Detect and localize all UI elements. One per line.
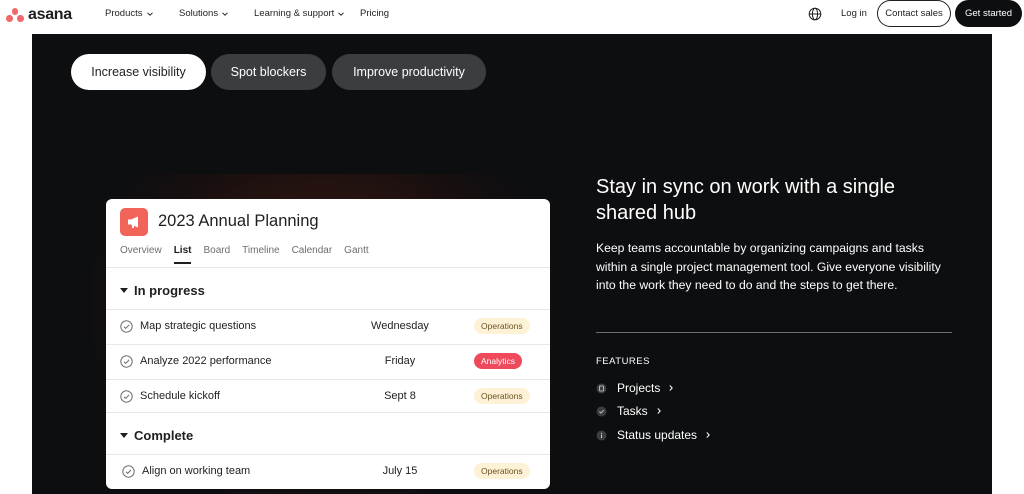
section-in-progress[interactable]: In progress: [120, 283, 205, 298]
megaphone-icon: [128, 216, 138, 228]
caret-down-icon: [120, 288, 128, 293]
feature-link-status-updates[interactable]: Status updates: [596, 428, 712, 442]
tab-timeline[interactable]: Timeline: [242, 245, 279, 256]
clipboard-icon: [596, 383, 607, 393]
contact-sales-button[interactable]: Contact sales: [877, 0, 951, 27]
asana-logo-icon: [6, 8, 24, 22]
feature-link-projects[interactable]: Projects: [596, 381, 675, 395]
content-divider: [596, 332, 952, 333]
nav-products[interactable]: Products: [105, 8, 154, 19]
chevron-right-icon: [706, 432, 710, 438]
chevron-right-icon: [657, 408, 661, 414]
chevron-down-icon: [338, 11, 345, 16]
feature-label: Projects: [617, 381, 661, 395]
brand-name: asana: [28, 6, 72, 23]
tabs-divider: [106, 267, 550, 268]
task-row[interactable]: Analyze 2022 performance Friday Analytic…: [106, 344, 550, 378]
section-complete[interactable]: Complete: [120, 428, 193, 443]
caret-down-icon: [120, 433, 128, 438]
nav-learning-label: Learning & support: [254, 8, 335, 19]
section-label: Complete: [134, 428, 194, 443]
task-name: Schedule kickoff: [140, 390, 220, 402]
nav-pricing[interactable]: Pricing: [360, 8, 389, 19]
section-label: In progress: [134, 283, 205, 298]
task-row[interactable]: Align on working team July 15 Operations: [106, 454, 550, 488]
project-title: 2023 Annual Planning: [158, 212, 319, 230]
features-heading: FEATURES: [596, 356, 650, 367]
pill-increase-visibility[interactable]: Increase visibility: [71, 54, 206, 90]
chevron-down-icon: [222, 11, 228, 16]
nav-solutions-label: Solutions: [179, 8, 219, 19]
nav-pricing-label: Pricing: [360, 8, 390, 19]
tab-overview[interactable]: Overview: [120, 245, 162, 256]
check-circle-icon[interactable]: [120, 320, 133, 333]
check-circle-icon[interactable]: [120, 390, 133, 403]
check-circle-icon[interactable]: [122, 465, 135, 478]
project-card: 2023 Annual Planning Overview List Board…: [106, 199, 550, 489]
get-started-button[interactable]: Get started: [955, 0, 1022, 27]
tab-list[interactable]: List: [173, 245, 191, 264]
chevron-down-icon: [146, 11, 153, 16]
task-name: Map strategic questions: [140, 320, 257, 332]
check-circle-icon: [596, 406, 607, 416]
feature-section: Increase visibility Spot blockers Improv…: [32, 34, 992, 494]
login-link[interactable]: Log in: [841, 8, 867, 19]
tag-operations: Operations: [474, 388, 530, 404]
task-due-date: Friday: [384, 355, 416, 367]
pill-improve-productivity[interactable]: Improve productivity: [332, 54, 486, 90]
globe-icon[interactable]: [808, 7, 822, 21]
task-due-date: July 15: [382, 465, 418, 477]
chevron-right-icon: [669, 385, 674, 391]
tag-analytics: Analytics: [474, 353, 523, 369]
asana-logo[interactable]: asana: [6, 6, 72, 24]
login-label: Log in: [841, 8, 867, 19]
task-name: Analyze 2022 performance: [140, 355, 272, 367]
tab-calendar[interactable]: Calendar: [292, 245, 333, 256]
project-tabs: Overview List Board Timeline Calendar Ga…: [120, 245, 369, 264]
tab-gantt[interactable]: Gantt: [344, 245, 368, 256]
feature-label: Tasks: [617, 404, 648, 418]
nav-solutions[interactable]: Solutions: [179, 8, 229, 19]
task-due-date: Sept 8: [384, 390, 416, 402]
tag-operations: Operations: [474, 318, 530, 334]
section-body: Keep teams accountable by organizing cam…: [596, 241, 941, 292]
info-circle-icon: [596, 430, 607, 440]
project-icon: [120, 208, 148, 236]
top-nav: asana Products Solutions Learning & supp…: [0, 0, 1024, 30]
tab-board[interactable]: Board: [203, 245, 230, 256]
tag-operations: Operations: [474, 463, 530, 479]
feature-link-tasks[interactable]: Tasks: [596, 404, 663, 418]
nav-learning-support[interactable]: Learning & support: [254, 8, 345, 19]
pill-spot-blockers[interactable]: Spot blockers: [211, 54, 326, 90]
task-due-date: Wednesday: [371, 320, 429, 332]
check-circle-icon[interactable]: [120, 355, 133, 368]
task-name: Align on working team: [142, 465, 251, 477]
task-row[interactable]: Map strategic questions Wednesday Operat…: [106, 309, 550, 343]
section-headline: Stay in sync on work with a single share…: [596, 176, 896, 224]
nav-products-label: Products: [105, 8, 143, 19]
task-row[interactable]: Schedule kickoff Sept 8 Operations: [106, 379, 550, 413]
feature-label: Status updates: [617, 428, 698, 442]
